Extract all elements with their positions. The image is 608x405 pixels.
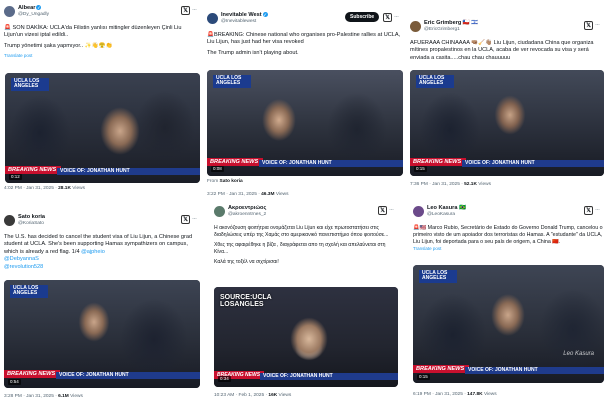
video-timestamp: 0:34	[218, 376, 231, 382]
author-name[interactable]: Inevitable West ✓	[221, 12, 268, 18]
tweet-meta: 10:23 AM · Feb 1, 2025 · 16K Views	[214, 393, 292, 398]
author-name[interactable]: Albear ✓	[18, 5, 42, 11]
tweet-card[interactable]: Ακροεντριώος @akroenntrnes_2 𝕏 ··· Η ακο…	[214, 205, 398, 403]
video-timestamp: 0:54	[8, 379, 21, 385]
video-player[interactable]: SOURCE:UCLA LOSANGLES BREAKING NEWS VOIC…	[214, 287, 398, 387]
breaking-news-banner: BREAKING NEWS	[4, 370, 60, 378]
station-logo: UCLA LOS ANGELES	[213, 75, 251, 88]
author-handle[interactable]: @Dy_Ungadly	[18, 12, 49, 17]
tweet-meta: 6:19 PM · Jan 31, 2025 · 147.8K Views	[413, 392, 497, 397]
more-options-icon[interactable]: ···	[192, 216, 197, 222]
tweet-header: Leo Kasura 🇧🇷 @LeoKasura 𝕏 ···	[413, 205, 604, 225]
video-player[interactable]: UCLA LOS ANGELES Leo Kasura BREAKING NEW…	[413, 265, 604, 383]
mention-link[interactable]: @revolution528	[4, 264, 200, 271]
station-logo: UCLA LOS ANGELES	[419, 270, 457, 283]
tweet-meta: 3:28 PM · Jan 31, 2025 · 6.1M Views	[4, 394, 83, 399]
tweet-meta: 7:36 PM · Jan 31, 2025 · 52.1K Views	[410, 182, 491, 187]
voice-of-bar: VOICE OF: JONATHAN HUNT	[260, 373, 398, 380]
translate-link[interactable]: Translate post	[413, 246, 604, 251]
tweet-text: 🚨 SON DAKİKA: UCLA'da Filistin yanlısı m…	[4, 25, 182, 50]
video-player[interactable]: UCLA LOS ANGELES BREAKING NEWS VOICE OF:…	[410, 70, 604, 176]
tweet-card[interactable]: Inevitable West ✓ @Inevitablewest Subscri…	[207, 12, 403, 202]
tweet-header: Albear ✓ @Dy_Ungadly 𝕏 ···	[4, 5, 200, 25]
x-logo-icon: 𝕏	[181, 215, 190, 224]
more-options-icon[interactable]: ···	[595, 22, 600, 28]
x-logo-icon: 𝕏	[584, 206, 593, 215]
verified-icon: ✓	[36, 5, 42, 11]
tweet-header: Inevitable West ✓ @Inevitablewest Subscri…	[207, 12, 403, 32]
tweet-card[interactable]: Leo Kasura 🇧🇷 @LeoKasura 𝕏 ··· 🚨🇺🇸 Marco…	[413, 205, 604, 403]
tweet-meta: 4:02 PM · Jan 31, 2025 · 28.1K Views	[4, 186, 85, 191]
video-timestamp: 0:08	[211, 166, 224, 172]
tweet-text: Η ακονόζουση φοιτήτρια ονομάζεται Liu Li…	[214, 225, 389, 266]
video-timestamp: 0:15	[417, 374, 430, 380]
tweet-header: Eric Grimberg 🇨🇱 🇮🇱 @EricGrimberg1 𝕏 ···	[410, 20, 604, 40]
tweet-header: Sato koria @KoriaSato 𝕏 ···	[4, 214, 200, 234]
station-logo: UCLA LOS ANGELES	[10, 285, 48, 298]
voice-of-bar: VOICE OF: JONATHAN HUNT	[462, 160, 604, 167]
voice-of-bar: VOICE OF: JONATHAN HUNT	[57, 168, 200, 175]
avatar[interactable]	[207, 13, 218, 24]
tweet-text: 🚨BREAKING: Chinese national who organise…	[207, 32, 401, 57]
station-logo: UCLA LOS ANGELES	[416, 75, 454, 88]
more-options-icon[interactable]: ···	[394, 14, 399, 20]
more-options-icon[interactable]: ···	[192, 7, 197, 13]
tweet-text: The U.S. has decided to cancel the stude…	[4, 234, 200, 271]
x-logo-icon: 𝕏	[584, 21, 593, 30]
subscribe-button[interactable]: Subscribe	[345, 12, 380, 22]
x-logo-icon: 𝕏	[378, 206, 387, 215]
voice-of-bar: VOICE OF: JONATHAN HUNT	[259, 160, 403, 167]
breaking-news-banner: BREAKING NEWS	[5, 166, 61, 174]
avatar[interactable]	[410, 21, 421, 32]
video-timestamp: 0:12	[9, 174, 22, 180]
video-timestamp: 0:15	[414, 166, 427, 172]
avatar[interactable]	[4, 215, 15, 226]
x-logo-icon: 𝕏	[181, 6, 190, 15]
tweet-card[interactable]: Sato koria @KoriaSato 𝕏 ··· The U.S. has…	[4, 214, 200, 404]
voice-of-bar: VOICE OF: JONATHAN HUNT	[465, 367, 604, 374]
mention-link[interactable]: @ajpheio	[81, 249, 105, 255]
source-author-link[interactable]: Sato koria	[220, 179, 243, 184]
voice-of-bar: VOICE OF: JONATHAN HUNT	[56, 372, 200, 379]
author-name[interactable]: Eric Grimberg 🇨🇱 🇮🇱	[424, 20, 478, 26]
watermark: Leo Kasura	[563, 351, 594, 357]
author-handle[interactable]: @akroenntrnes_2	[228, 212, 266, 217]
author-name[interactable]: Sato koria	[18, 214, 45, 220]
tweet-meta: 3:22 PM · Jan 31, 2025 · 46.3M Views	[207, 192, 289, 197]
tweet-header: Ακροεντριώος @akroenntrnes_2 𝕏 ···	[214, 205, 398, 225]
station-logo: SOURCE:UCLA LOSANGLES	[220, 294, 272, 309]
video-player[interactable]: UCLA LOS ANGELES BREAKING NEWS VOICE OF:…	[4, 280, 200, 388]
station-logo: UCLA LOS ANGELES	[11, 78, 49, 91]
video-player[interactable]: UCLA LOS ANGELES BREAKING NEWS VOICE OF:…	[207, 70, 403, 176]
author-handle[interactable]: @EricGrimberg1	[424, 27, 460, 32]
author-handle[interactable]: @LeoKasura	[427, 212, 455, 217]
avatar[interactable]	[413, 206, 424, 217]
video-player[interactable]: UCLA LOS ANGELES BREAKING NEWS VOICE OF:…	[5, 73, 200, 183]
x-logo-icon: 𝕏	[383, 13, 392, 22]
author-handle[interactable]: @Inevitablewest	[221, 19, 256, 24]
avatar[interactable]	[214, 206, 225, 217]
tweet-card[interactable]: Albear ✓ @Dy_Ungadly 𝕏 ··· 🚨 SON DAKİKA: …	[4, 5, 200, 197]
author-name[interactable]: Leo Kasura 🇧🇷	[427, 205, 466, 211]
translate-link[interactable]: Translate post	[4, 53, 200, 58]
tweet-text: 🚨🇺🇸 Marco Rubio, Secretário de Estado do…	[413, 225, 603, 245]
video-source: From Sato koria	[207, 179, 243, 184]
avatar[interactable]	[4, 6, 15, 17]
breaking-news-banner: BREAKING NEWS	[410, 158, 466, 166]
more-options-icon[interactable]: ···	[595, 207, 600, 213]
more-options-icon[interactable]: ···	[389, 207, 394, 213]
tweet-card[interactable]: Eric Grimberg 🇨🇱 🇮🇱 @EricGrimberg1 𝕏 ···…	[410, 20, 604, 198]
verified-icon: ✓	[262, 12, 268, 18]
breaking-news-banner: BREAKING NEWS	[413, 365, 469, 373]
author-handle[interactable]: @KoriaSato	[18, 221, 44, 226]
breaking-news-banner: BREAKING NEWS	[207, 158, 263, 166]
mention-link[interactable]: @DebyannaS	[4, 256, 200, 263]
tweet-text: AFUERAAA CHINAAAA 🤜🏽🧹👋🏽 Liu Lijun, ciuda…	[410, 40, 594, 61]
author-name[interactable]: Ακροεντριώος	[228, 205, 266, 211]
